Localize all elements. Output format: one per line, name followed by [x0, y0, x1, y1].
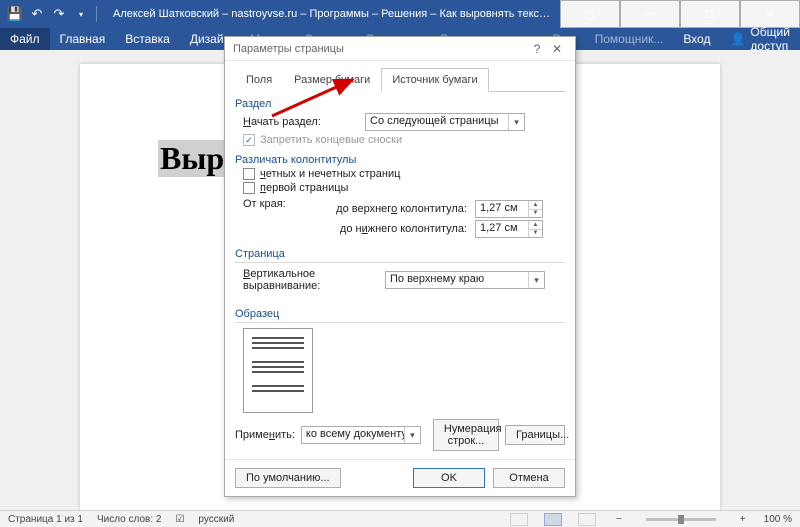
line-numbers-button[interactable]: Нумерация строк... [433, 419, 499, 451]
page-preview-icon [243, 328, 313, 413]
document-title: Алексей Шатковский – nastroyvse.ru – Про… [105, 8, 560, 20]
divider [235, 322, 565, 323]
chevron-down-icon: ▾ [508, 114, 524, 130]
apply-label: Применить: [235, 429, 295, 441]
valign-combo[interactable]: По верхнему краю ▾ [385, 271, 545, 289]
section-start-combo[interactable]: Со следующей страницы ▾ [365, 113, 525, 131]
page-setup-dialog: Параметры страницы ? ✕ Поля Размер бумаг… [224, 36, 576, 497]
section-start-value: Со следующей страницы [366, 114, 508, 130]
apply-row: Применить: ко всему документу ▾ Нумераци… [235, 419, 565, 451]
header-distance-value: 1,27 см [476, 201, 528, 217]
apply-to-value: ко всему документу [302, 427, 404, 443]
header-distance-row: до верхнего колонтитула: 1,27 см ▲▼ [325, 200, 565, 218]
zoom-slider[interactable] [646, 518, 716, 521]
ok-button[interactable]: OK [413, 468, 485, 488]
spinner-down-icon[interactable]: ▼ [529, 230, 542, 238]
chevron-down-icon: ▾ [404, 427, 420, 443]
row-section-start: Начать раздел: Со следующей страницы ▾ [235, 113, 565, 131]
window-controls: ▢ — ☐ ✕ [560, 0, 800, 28]
title-bar: 💾 ↶ ↷ ▾ Алексей Шатковский – nastroyvse.… [0, 0, 800, 28]
qat-dropdown-icon[interactable]: ▾ [72, 5, 90, 23]
dialog-tab-paper-size[interactable]: Размер бумаги [283, 68, 381, 92]
cancel-button[interactable]: Отмена [493, 468, 565, 488]
dialog-tab-fields[interactable]: Поля [235, 68, 283, 92]
share-icon: 👤 [730, 32, 745, 46]
quick-access-toolbar: 💾 ↶ ↷ ▾ [0, 5, 105, 23]
dialog-title: Параметры страницы [233, 43, 527, 55]
status-word-count[interactable]: Число слов: 2 [97, 514, 161, 525]
zoom-out-button[interactable]: − [612, 514, 626, 525]
tab-home[interactable]: Главная [50, 28, 116, 50]
apply-to-combo[interactable]: ко всему документу ▾ [301, 426, 421, 444]
to-header-label: до верхнего колонтитула: [325, 203, 475, 215]
close-button[interactable]: ✕ [740, 0, 800, 28]
odd-even-checkbox[interactable]: четных и нечетных страниц [235, 168, 565, 180]
print-layout-icon[interactable] [544, 513, 562, 526]
from-edge-label: От края: [235, 198, 325, 240]
group-preview-label: Образец [235, 308, 565, 320]
checkbox-box [243, 168, 255, 180]
suppress-endnotes-checkbox: ✓ Запретить концевые сноски [235, 134, 565, 146]
dialog-titlebar[interactable]: Параметры страницы ? ✕ [225, 37, 575, 61]
qat-separator [96, 6, 97, 22]
status-bar: Страница 1 из 1 Число слов: 2 ☑ русский … [0, 510, 800, 527]
footer-distance-row: до нижнего колонтитула: 1,27 см ▲▼ [325, 220, 565, 238]
spinner-down-icon[interactable]: ▼ [529, 210, 542, 218]
redo-icon[interactable]: ↷ [50, 5, 68, 23]
odd-even-label: четных и нечетных страниц [260, 168, 400, 180]
tab-insert[interactable]: Вставка [115, 28, 180, 50]
first-page-checkbox[interactable]: первой страницы [235, 182, 565, 194]
dialog-body: Поля Размер бумаги Источник бумаги Разде… [225, 61, 575, 459]
dialog-close-icon[interactable]: ✕ [547, 42, 567, 56]
maximize-button[interactable]: ☐ [680, 0, 740, 28]
checkbox-box: ✓ [243, 134, 255, 146]
read-mode-icon[interactable] [510, 513, 528, 526]
spinner-up-icon[interactable]: ▲ [529, 221, 542, 230]
borders-button[interactable]: Границы... [505, 425, 565, 445]
chevron-down-icon: ▾ [528, 272, 544, 288]
to-footer-label: до нижнего колонтитула: [325, 223, 475, 235]
group-section-label: Раздел [235, 98, 565, 110]
zoom-slider-thumb[interactable] [678, 515, 684, 524]
section-start-label: Начать раздел: [235, 116, 365, 128]
minimize-button[interactable]: — [620, 0, 680, 28]
spinner-arrows: ▲▼ [528, 201, 542, 217]
tab-file[interactable]: Файл [0, 28, 50, 50]
status-language[interactable]: русский [198, 514, 234, 525]
checkbox-box [243, 182, 255, 194]
undo-icon[interactable]: ↶ [28, 5, 46, 23]
selected-text[interactable]: Выр [158, 140, 226, 177]
spinner-arrows: ▲▼ [528, 221, 542, 237]
share-label: Общий доступ [750, 25, 790, 53]
valign-label: Вертикальное выравнивание: [235, 268, 385, 292]
status-page[interactable]: Страница 1 из 1 [8, 514, 83, 525]
spinner-up-icon[interactable]: ▲ [529, 201, 542, 210]
save-icon[interactable]: 💾 [6, 5, 24, 23]
divider [235, 262, 565, 263]
share-button[interactable]: 👤 Общий доступ [720, 28, 800, 50]
footer-distance-value: 1,27 см [476, 221, 528, 237]
ribbon-display-icon[interactable]: ▢ [560, 0, 620, 28]
default-button[interactable]: По умолчанию... [235, 468, 341, 488]
web-layout-icon[interactable] [578, 513, 596, 526]
valign-value: По верхнему краю [386, 272, 528, 288]
dialog-tab-paper-source[interactable]: Источник бумаги [381, 68, 488, 92]
dialog-footer: По умолчанию... OK Отмена [225, 459, 575, 496]
group-page-label: Страница [235, 248, 565, 260]
tab-tell-me[interactable]: Помощник... [585, 28, 674, 50]
header-distance-spinner[interactable]: 1,27 см ▲▼ [475, 200, 543, 218]
footer-distance-spinner[interactable]: 1,27 см ▲▼ [475, 220, 543, 238]
zoom-level[interactable]: 100 % [764, 514, 792, 525]
proofing-icon[interactable]: ☑ [175, 514, 184, 525]
row-valign: Вертикальное выравнивание: По верхнему к… [235, 268, 565, 292]
dialog-help-icon[interactable]: ? [527, 42, 547, 56]
suppress-endnotes-label: Запретить концевые сноски [260, 134, 402, 146]
dialog-tabs: Поля Размер бумаги Источник бумаги [235, 67, 565, 92]
first-page-label: первой страницы [260, 182, 348, 194]
sign-in-button[interactable]: Вход [673, 28, 720, 50]
zoom-in-button[interactable]: + [736, 514, 750, 525]
group-headers-label: Различать колонтитулы [235, 154, 565, 166]
